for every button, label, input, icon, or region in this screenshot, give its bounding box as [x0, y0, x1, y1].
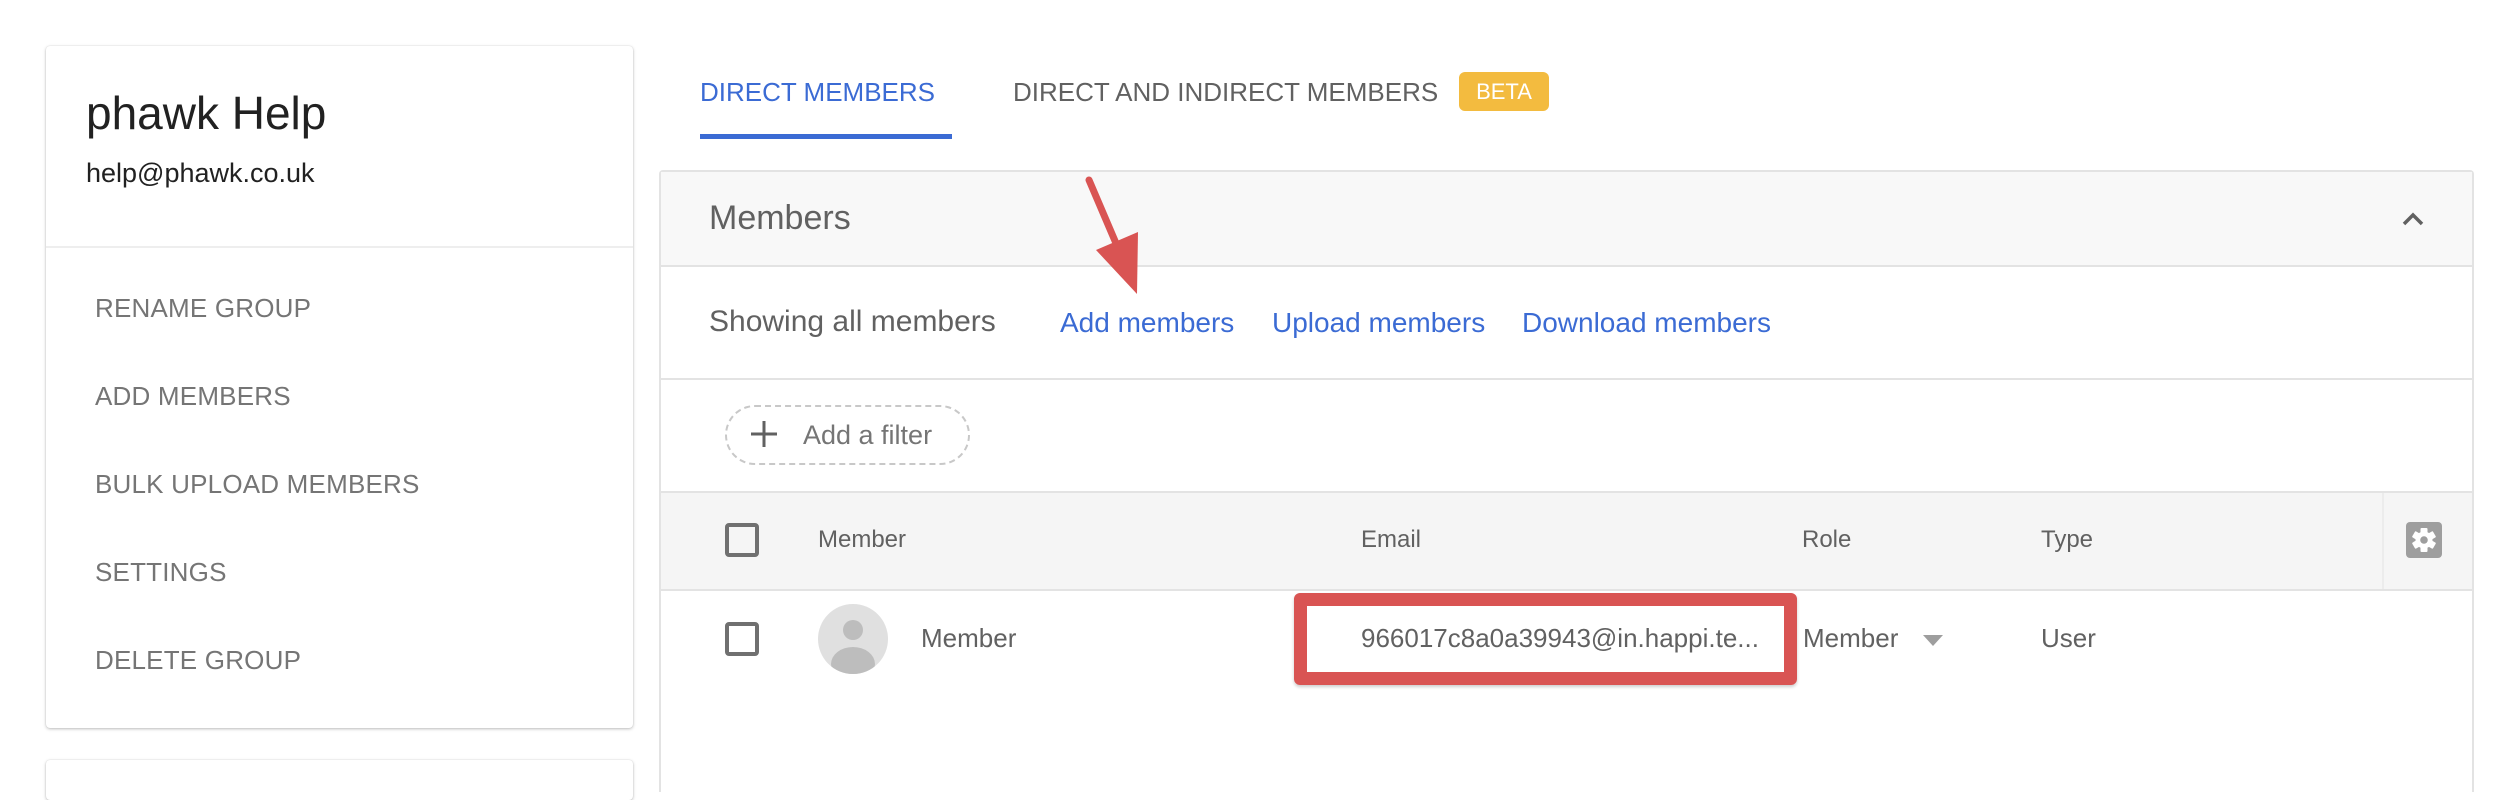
add-members-link[interactable]: Add members [1060, 307, 1234, 339]
upload-members-link[interactable]: Upload members [1272, 307, 1485, 339]
column-header-role[interactable]: Role [1802, 526, 1851, 554]
add-filter-label: Add a filter [803, 420, 933, 450]
sidebar-item-settings[interactable]: SETTINGS [95, 552, 227, 592]
column-settings-cell [2382, 493, 2472, 589]
member-type: User [2041, 623, 2096, 653]
panel-title: Members [709, 199, 851, 237]
person-icon [831, 620, 875, 674]
row-checkbox[interactable] [725, 622, 759, 656]
beta-badge: BETA [1459, 72, 1549, 111]
role-value: Member [1803, 623, 1899, 653]
group-name: phawk Help [86, 87, 327, 139]
select-all-checkbox[interactable] [725, 523, 759, 557]
gear-icon[interactable] [2406, 522, 2442, 558]
group-email: help@phawk.co.uk [86, 158, 315, 188]
group-info-card: phawk Help help@phawk.co.uk RENAME GROUP… [46, 46, 633, 728]
avatar [818, 604, 888, 674]
column-header-member[interactable]: Member [818, 526, 906, 554]
sidebar-item-add-members[interactable]: ADD MEMBERS [95, 376, 291, 416]
email-highlight-box [1294, 593, 1797, 685]
tab-direct-and-indirect-members[interactable]: DIRECT AND INDIRECT MEMBERS [1013, 72, 1438, 112]
member-name: Member [921, 623, 1017, 653]
plus-icon [749, 419, 779, 449]
column-header-type[interactable]: Type [2041, 526, 2093, 554]
sidebar-item-bulk-upload-members[interactable]: BULK UPLOAD MEMBERS [95, 464, 420, 504]
table-header: Member Email Role Type [661, 491, 2472, 591]
members-panel: Members Showing all members Add members … [659, 170, 2474, 792]
secondary-card [46, 760, 633, 800]
tab-direct-members[interactable]: DIRECT MEMBERS [700, 72, 935, 112]
add-filter-button[interactable]: Add a filter [725, 405, 970, 465]
sidebar-item-rename-group[interactable]: RENAME GROUP [95, 288, 311, 328]
column-header-email[interactable]: Email [1361, 526, 1421, 554]
active-tab-indicator [700, 134, 952, 139]
panel-header: Members [661, 172, 2472, 267]
chevron-up-icon[interactable] [2398, 204, 2428, 234]
showing-all-members-label: Showing all members [709, 305, 996, 338]
actions-row: Showing all members Add members Upload m… [661, 267, 2472, 380]
download-members-link[interactable]: Download members [1522, 307, 1771, 339]
divider [46, 246, 633, 248]
dropdown-arrow-icon [1923, 635, 1943, 646]
sidebar-item-delete-group[interactable]: DELETE GROUP [95, 640, 301, 680]
